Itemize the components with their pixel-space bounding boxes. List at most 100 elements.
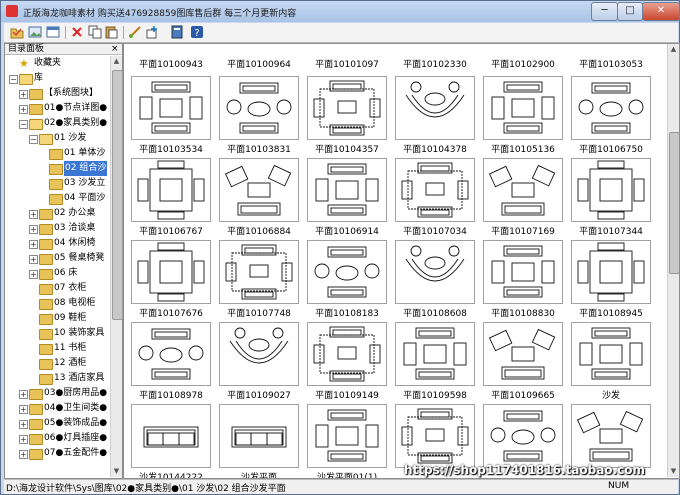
expand-icon[interactable]: + [19, 105, 28, 114]
brush-icon[interactable] [128, 25, 142, 39]
tree-node[interactable]: +03●厨房用品● [5, 386, 110, 401]
thumbnail-item[interactable]: 平面10104357 [307, 76, 387, 156]
tree-node[interactable]: − 01 沙发 [5, 131, 110, 146]
thumbnail-item[interactable]: 平面10107034 [395, 158, 475, 238]
close-button[interactable]: ✕ [642, 2, 680, 21]
expand-icon[interactable]: + [19, 405, 28, 414]
furniture-plan-thumbnail[interactable] [307, 322, 387, 386]
thumbnail-item[interactable]: 平面10109665 [483, 322, 563, 402]
expand-icon[interactable]: + [19, 435, 28, 444]
minimize-button[interactable]: ─ [591, 2, 618, 21]
tree-node[interactable]: +07●五金配件● [5, 446, 110, 461]
thumbnail-item[interactable]: 沙发10144222 [131, 404, 211, 478]
furniture-plan-thumbnail[interactable] [571, 158, 651, 222]
expand-icon[interactable]: + [19, 450, 28, 459]
tree-node[interactable]: +03 洽谈桌 [5, 221, 110, 236]
furniture-plan-thumbnail[interactable] [219, 240, 299, 304]
thumbnail-item[interactable]: 平面10108183 [307, 240, 387, 320]
tree-node[interactable]: − 02●家具类别● [5, 116, 110, 131]
scroll-thumb[interactable] [112, 70, 123, 320]
furniture-plan-thumbnail[interactable] [483, 240, 563, 304]
copy-icon[interactable] [88, 25, 102, 39]
thumbnail-item[interactable]: 平面10108978 [131, 322, 211, 402]
furniture-plan-thumbnail[interactable] [395, 76, 475, 140]
thumbnail-item[interactable]: 平面10108945 [571, 240, 651, 320]
tree-node[interactable]: 02 组合沙 [5, 161, 110, 176]
expand-icon[interactable]: + [29, 240, 38, 249]
tree-node[interactable]: +05 餐桌椅凳 [5, 251, 110, 266]
furniture-plan-thumbnail[interactable] [131, 322, 211, 386]
thumbnail-label[interactable]: 平面10102900 [475, 57, 571, 70]
scroll-down-arrow[interactable]: ▼ [668, 466, 679, 477]
tree-node[interactable]: 11 书柜 [5, 341, 110, 356]
thumbnail-label[interactable]: 平面10103053 [563, 57, 659, 70]
furniture-plan-thumbnail[interactable] [395, 404, 475, 468]
tree-node[interactable]: − 库 [5, 71, 110, 86]
tree-node[interactable]: +01●节点详图● [5, 101, 110, 116]
tree-node[interactable]: +05●装饰成品● [5, 416, 110, 431]
furniture-plan-thumbnail[interactable] [483, 76, 563, 140]
thumbnail-item[interactable]: 平面10107748 [219, 240, 299, 320]
tree-node[interactable]: 13 酒店家具 [5, 371, 110, 386]
insert-icon[interactable] [146, 25, 160, 39]
scroll-up-arrow[interactable]: ▲ [668, 44, 679, 55]
thumbnail-item[interactable]: 平面10107169 [483, 158, 563, 238]
furniture-plan-thumbnail[interactable] [219, 158, 299, 222]
furniture-plan-thumbnail[interactable] [219, 322, 299, 386]
furniture-plan-thumbnail[interactable] [571, 240, 651, 304]
thumbnail-label[interactable]: 平面10100943 [124, 57, 219, 70]
collapse-icon[interactable]: − [29, 135, 38, 144]
furniture-plan-thumbnail[interactable] [307, 158, 387, 222]
thumbnail-label[interactable]: 平面10100964 [211, 57, 307, 70]
thumbnail-item[interactable]: 平面10103534 [131, 76, 211, 156]
tree-node[interactable]: 01 单体沙 [5, 146, 110, 161]
furniture-plan-thumbnail[interactable] [483, 158, 563, 222]
furniture-plan-thumbnail[interactable] [219, 76, 299, 140]
expand-icon[interactable]: + [29, 210, 38, 219]
scroll-down-arrow[interactable]: ▼ [111, 466, 122, 477]
furniture-plan-thumbnail[interactable] [395, 322, 475, 386]
thumbnail-item[interactable]: 平面10109598 [395, 322, 475, 402]
furniture-plan-thumbnail[interactable] [307, 404, 387, 468]
collapse-icon[interactable]: − [9, 75, 18, 84]
delete-icon[interactable] [70, 25, 84, 39]
thumbnail-item[interactable]: 平面10109149 [307, 322, 387, 402]
help-icon[interactable]: ? [190, 25, 204, 39]
furniture-plan-thumbnail[interactable] [307, 240, 387, 304]
thumbnail-item[interactable]: 平面10109027 [219, 322, 299, 402]
thumbnail-item[interactable]: 平面10106884 [219, 158, 299, 238]
panel-close-button[interactable]: × [111, 44, 119, 54]
thumbnail-item[interactable]: 平面10103831 [219, 76, 299, 156]
furniture-plan-thumbnail[interactable] [131, 158, 211, 222]
furniture-plan-thumbnail[interactable] [131, 240, 211, 304]
expand-icon[interactable]: + [19, 90, 28, 99]
thumbnail-item[interactable]: 平面10108830 [483, 240, 563, 320]
tree-node[interactable]: 07 衣柜 [5, 281, 110, 296]
tree-node[interactable]: +06 床 [5, 266, 110, 281]
thumbnail-item[interactable]: 平面10105136 [483, 76, 563, 156]
furniture-plan-thumbnail[interactable] [131, 76, 211, 140]
furniture-plan-thumbnail[interactable] [571, 404, 651, 468]
thumbnail-item[interactable]: 平面10106767 [131, 158, 211, 238]
furniture-plan-thumbnail[interactable] [395, 240, 475, 304]
tree-node[interactable]: ★ 收藏夹 [5, 56, 110, 71]
furniture-plan-thumbnail[interactable] [483, 404, 563, 468]
expand-icon[interactable]: + [29, 255, 38, 264]
thumbnail-label[interactable]: 平面10102330 [387, 57, 483, 70]
tree-node[interactable]: 08 电视柜 [5, 296, 110, 311]
tree-scrollbar[interactable]: ▲ ▼ [110, 56, 123, 477]
furniture-plan-thumbnail[interactable] [131, 404, 211, 468]
tree-node[interactable]: 12 酒柜 [5, 356, 110, 371]
tree-node[interactable]: +02 办公桌 [5, 206, 110, 221]
tree-node[interactable]: + 【系统图块】 [5, 86, 110, 101]
window-icon[interactable] [46, 25, 60, 39]
tree-node[interactable]: +06●灯具插座● [5, 431, 110, 446]
thumbnail-item[interactable]: 沙发 [571, 322, 651, 402]
thumbnail-item[interactable]: 平面10106914 [307, 158, 387, 238]
maximize-button[interactable]: □ [617, 2, 643, 21]
thumbnail-label[interactable]: 平面10101097 [299, 57, 395, 70]
tree-node[interactable]: +04 休闲椅 [5, 236, 110, 251]
paste-icon[interactable] [104, 25, 118, 39]
scroll-up-arrow[interactable]: ▲ [111, 56, 122, 67]
furniture-plan-thumbnail[interactable] [219, 404, 299, 468]
